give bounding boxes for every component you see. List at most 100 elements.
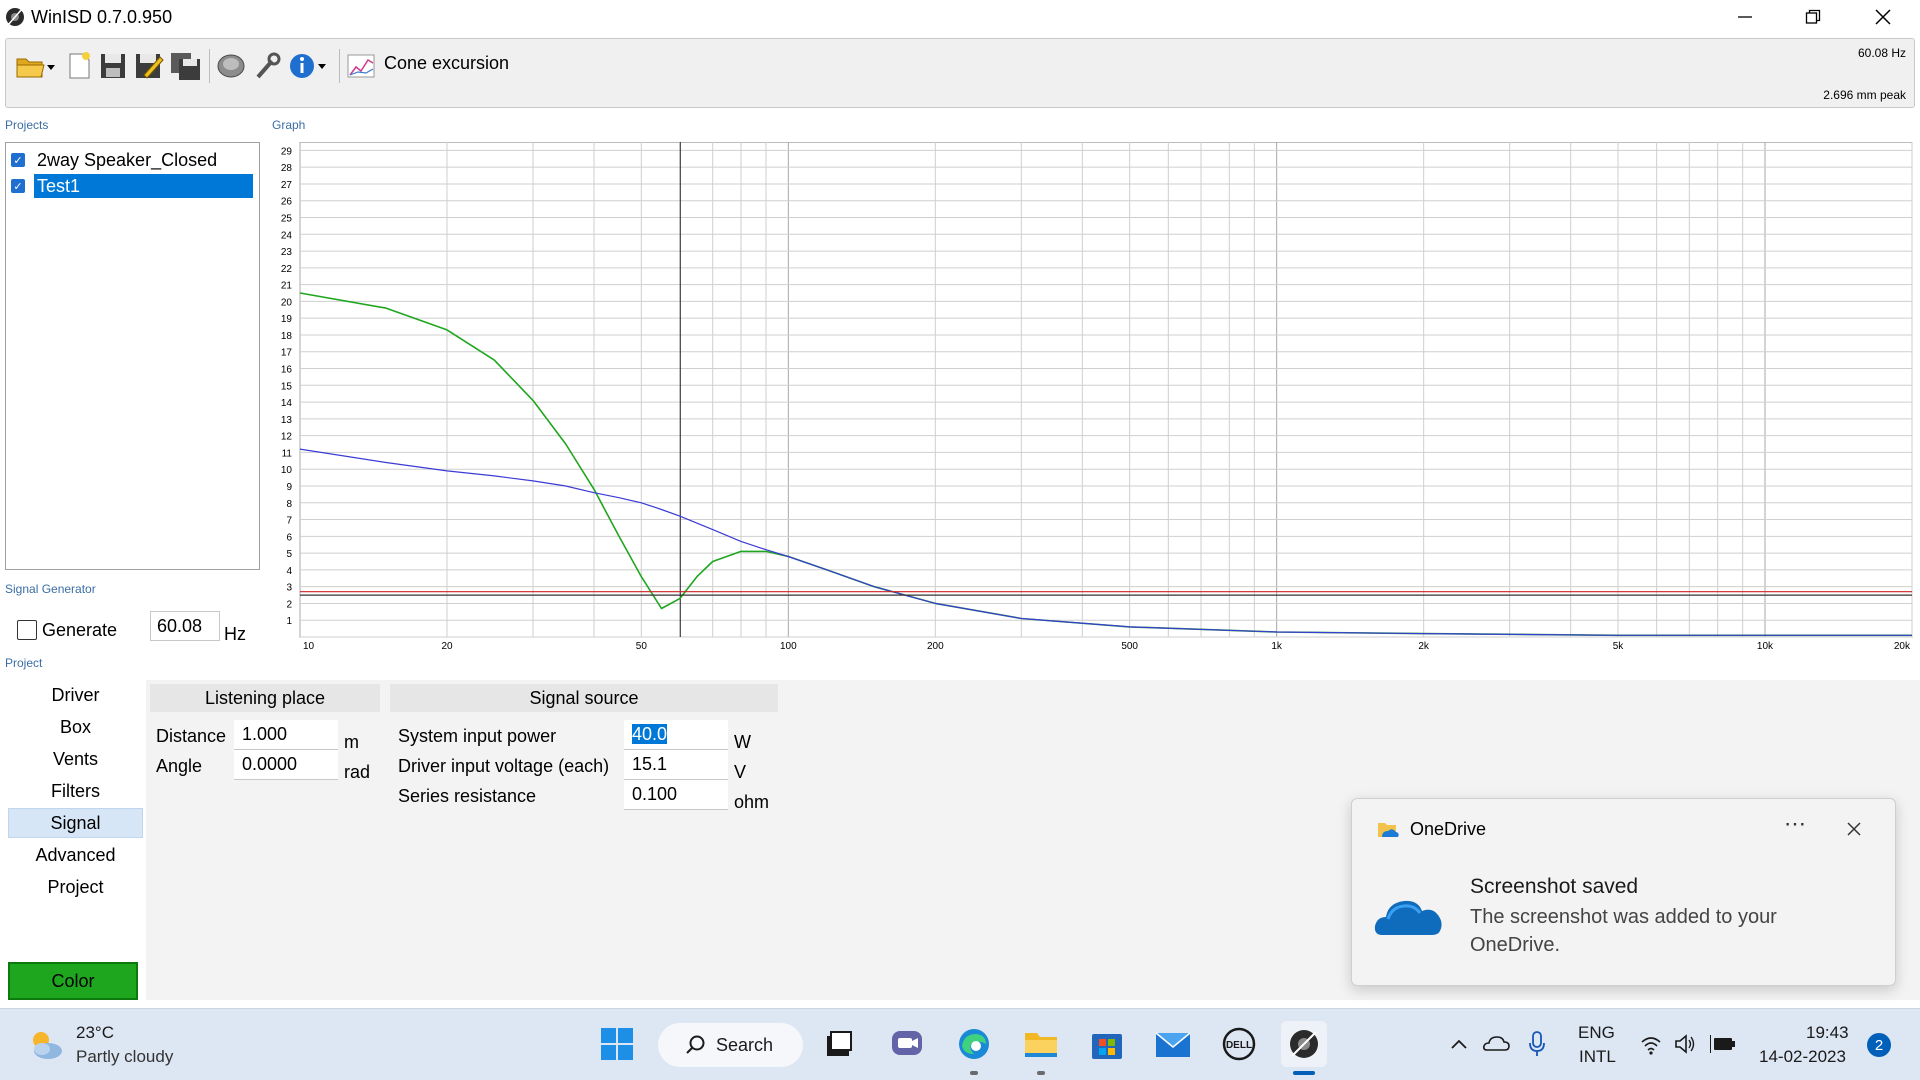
y-tick-label: 21 [281,281,293,292]
winisd-app: WinISD 0.7.0.950 Cone excursion 60.08 Hz… [0,0,1920,1080]
project-name: Test1 [34,174,253,198]
cursor-frequency-readout: 60.08 Hz [1857,46,1906,60]
series-resistance-input[interactable]: 0.100 [624,780,728,810]
winisd-taskbar-button[interactable] [1281,1021,1327,1075]
signal-source-header: Signal source [390,684,778,712]
microphone-icon[interactable] [1528,1031,1546,1057]
y-tick-label: 19 [281,314,293,325]
svg-text:DELL: DELL [1226,1040,1252,1051]
task-view-button[interactable] [816,1021,862,1067]
nav-item-filters[interactable]: Filters [8,776,143,806]
save-button[interactable] [98,49,128,83]
nav-item-box[interactable]: Box [8,712,143,742]
driver-button[interactable] [216,49,246,83]
projects-list[interactable]: ✓ 2way Speaker_Closed ✓ Test1 [5,142,260,570]
restore-icon [1805,9,1821,24]
angle-input[interactable]: 0.0000 [234,750,338,780]
graph-type-label[interactable]: Cone excursion [384,53,509,74]
project-checkbox[interactable]: ✓ [11,153,25,167]
plot-area [299,141,1913,638]
distance-input[interactable]: 1.000 [234,720,338,750]
generate-checkbox[interactable] [17,620,37,640]
project-item-selected[interactable]: ✓ Test1 [11,173,256,199]
x-tick-label: 2k [1418,641,1430,652]
selected-text: 40.0 [632,724,668,744]
task-view-icon [827,1031,852,1056]
keyboard-layout-indicator[interactable]: INTL [1579,1047,1616,1067]
edge-button[interactable] [951,1021,997,1075]
system-input-power-input[interactable]: 40.0 [624,720,728,750]
weather-description[interactable]: Partly cloudy [76,1047,173,1067]
wifi-icon[interactable] [1640,1033,1662,1055]
language-indicator[interactable]: ENG [1578,1023,1615,1043]
nav-item-driver[interactable]: Driver [8,680,143,710]
info-button[interactable] [288,49,330,83]
nav-item-advanced[interactable]: Advanced [8,840,143,870]
partly-cloudy-icon[interactable] [26,1025,66,1065]
title-bar: WinISD 0.7.0.950 [0,0,1920,34]
tools-icon [256,52,281,79]
generator-frequency-input[interactable]: 60.08 [150,611,220,641]
mail-button[interactable] [1150,1021,1196,1067]
notification-title: Screenshot saved [1470,875,1639,898]
generate-label: Generate [42,620,118,640]
dell-icon: DELL [1222,1027,1256,1061]
weather-temperature[interactable]: 23°C [76,1023,114,1043]
notification-count-badge[interactable]: 2 [1867,1033,1891,1057]
onedrive-app-icon [1378,823,1399,837]
store-icon [1092,1034,1122,1059]
y-tick-label: 15 [281,381,293,392]
cone-excursion-chart[interactable]: 1234567891011121314151617181920212223242… [270,141,1915,652]
y-tick-label: 27 [281,180,293,191]
more-options-icon[interactable]: ⋯ [1784,811,1806,837]
project-name: 2way Speaker_Closed [37,149,218,170]
info-icon [290,54,326,78]
close-notification-icon[interactable] [1842,817,1866,841]
nav-item-signal[interactable]: Signal [8,808,143,838]
tools-button[interactable] [252,49,282,83]
open-button[interactable] [14,49,56,83]
store-button[interactable] [1084,1021,1130,1067]
clock-time[interactable]: 19:43 [1806,1023,1849,1043]
graph-type-button[interactable] [346,49,376,83]
nav-item-vents[interactable]: Vents [8,744,143,774]
onedrive-notification[interactable]: OneDrive ⋯ Screenshot saved The screensh… [1351,798,1896,986]
driver-input-voltage-input[interactable]: 15.1 [624,750,728,780]
graph-panel[interactable]: 1 2 3 4 5 6 7 8 9 10 11 12 13 14 15 16 17 18 19 20 21 22 23 24 2… [270,141,1915,652]
y-tick-label: 24 [281,230,293,241]
project-checkbox[interactable]: ✓ [11,179,25,193]
minimize-button[interactable] [1710,0,1780,34]
onedrive-tray-icon[interactable] [1482,1033,1510,1053]
y-tick-label: 22 [281,264,293,275]
color-button[interactable]: Color [8,962,138,1000]
save-as-button[interactable] [134,49,164,83]
nav-item-project[interactable]: Project [8,872,143,902]
taskbar-search[interactable]: Search [658,1023,803,1067]
y-tick-label: 13 [281,415,293,426]
start-button[interactable] [594,1021,640,1067]
x-tick-label: 20 [441,641,453,652]
toolbar-separator [209,49,210,83]
new-button[interactable] [64,49,94,83]
x-tick-label: 20k [1894,641,1911,652]
dell-button[interactable]: DELL [1216,1021,1262,1067]
window-title: WinISD 0.7.0.950 [31,7,173,27]
voltage-unit: V [734,762,747,782]
power-unit: W [734,732,751,752]
notification-app-name: OneDrive [1410,819,1487,839]
volume-icon[interactable] [1674,1033,1696,1055]
chevron-up-icon[interactable] [1450,1037,1468,1051]
y-tick-label: 10 [281,465,293,476]
teams-icon [892,1031,922,1055]
restore-button[interactable] [1778,0,1848,34]
battery-icon[interactable] [1710,1033,1736,1055]
clock-date[interactable]: 14-02-2023 [1759,1047,1846,1067]
close-button[interactable] [1848,0,1918,34]
save-all-button[interactable] [170,49,200,83]
y-tick-label: 14 [281,398,293,409]
project-item[interactable]: ✓ 2way Speaker_Closed [11,147,256,173]
y-tick-label: 1 [286,616,292,627]
graph-section-label: Graph [272,118,306,132]
file-explorer-button[interactable] [1018,1021,1064,1075]
teams-button[interactable] [884,1021,930,1067]
